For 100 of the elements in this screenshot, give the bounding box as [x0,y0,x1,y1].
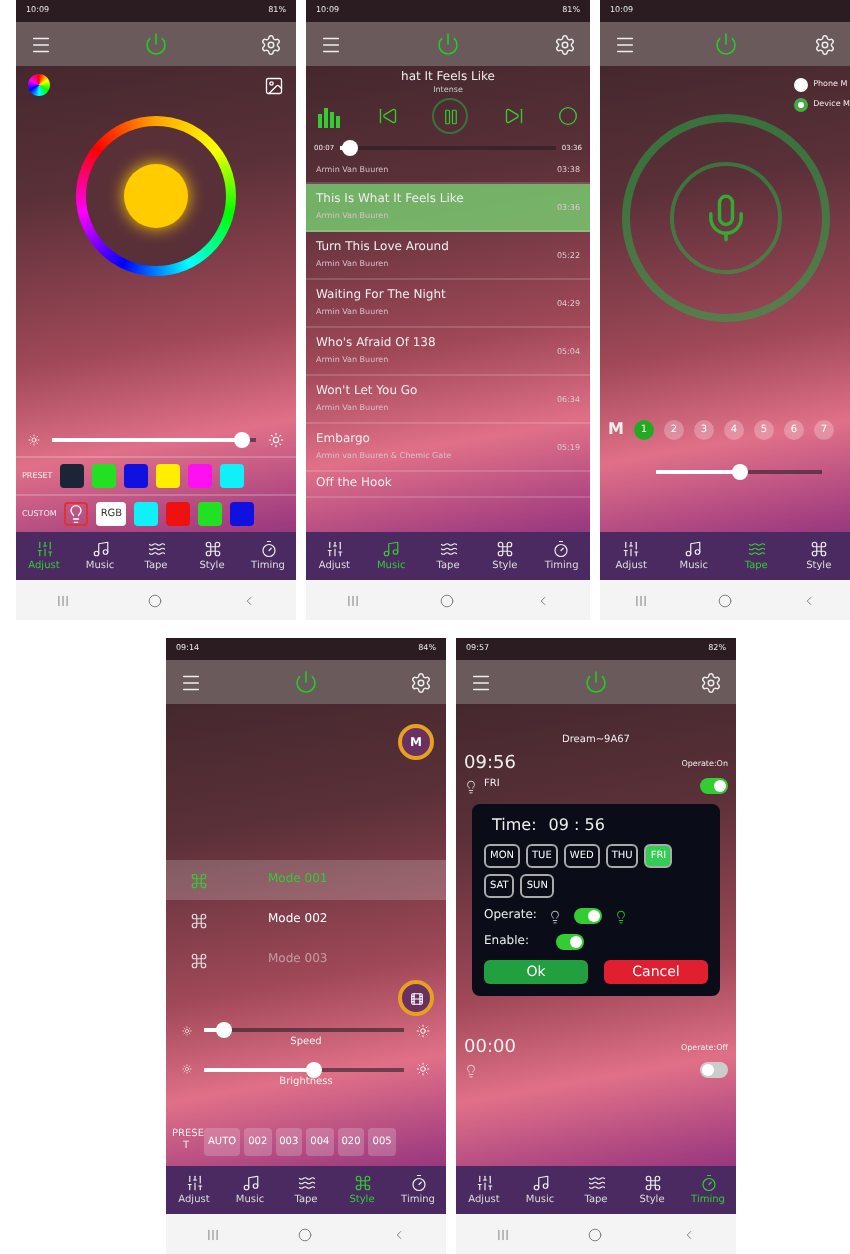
tab-icon [622,540,641,558]
back-icon [801,593,816,607]
color-swatch[interactable] [198,502,223,526]
menu-icon [614,33,636,55]
menu-icon [320,33,342,55]
recent-apps-icon [205,1227,220,1241]
home-icon [148,593,163,607]
sun-icon [28,434,40,446]
color-swatch[interactable] [156,464,181,488]
tab-icon [259,540,277,558]
color-swatch[interactable] [92,464,117,488]
tab-icon [35,540,53,558]
tab-icon [699,1174,717,1192]
slider-thumb[interactable] [306,1061,322,1078]
tab-icon [353,1174,371,1192]
tab-icon [552,540,571,558]
tab-icon [439,540,458,558]
tab-icon [531,1174,549,1192]
settings-icon [260,33,282,55]
bulb-on-icon [614,909,629,924]
slider-thumb[interactable] [216,1022,232,1038]
recent-apps-icon [634,593,649,607]
color-swatch[interactable] [230,502,255,526]
image-icon [264,75,284,95]
color-preview [124,164,188,228]
equalizer-icon [318,105,342,128]
command-icon [190,871,208,889]
next-icon [503,106,523,127]
progress-slider[interactable] [340,140,556,157]
tab-icon [809,540,828,558]
recent-apps-icon [55,593,70,607]
menu-icon [180,671,202,693]
recent-apps-icon [495,1227,510,1241]
mic-button[interactable] [669,162,781,274]
bulb-icon [464,779,478,794]
brightness-slider[interactable] [52,432,256,448]
tab-icon [325,540,344,558]
settings-icon [700,671,722,693]
color-wheel-icon[interactable] [28,74,50,96]
time-label: Time: [492,816,537,835]
settings-icon [554,33,576,55]
tab-icon [297,1174,315,1192]
operate-switch[interactable] [574,908,603,925]
tab-icon [382,540,401,558]
settings-icon [410,671,432,693]
tab-icon [747,540,766,558]
sun-icon [416,1062,430,1077]
sun-icon [268,432,284,448]
tab-icon [241,1174,259,1192]
home-icon [298,1227,313,1241]
recent-apps-icon [346,593,361,607]
color-swatch[interactable] [124,464,149,488]
timer-time: 09:56 [464,754,516,775]
settings-icon [814,33,836,55]
film-badge-icon[interactable] [398,980,434,1016]
enable-switch[interactable] [556,934,585,951]
tab-icon [409,1174,427,1192]
home-icon [440,593,455,607]
timer-switch[interactable] [700,1062,728,1078]
slider-thumb[interactable] [731,464,747,480]
tab-icon [587,1174,605,1192]
menu-icon [470,671,492,693]
command-icon [190,951,208,969]
bulb-off-icon [548,909,563,924]
power-icon [584,670,608,694]
brightness-slider[interactable] [204,1061,404,1078]
home-icon [588,1227,603,1241]
color-swatch[interactable] [166,502,191,526]
bulb-icon [464,1063,478,1077]
bulb-glyph-icon [66,504,87,524]
back-icon [535,593,550,607]
color-swatch[interactable] [60,464,85,488]
sensitivity-slider[interactable] [656,464,822,480]
color-swatch[interactable] [188,464,213,488]
tab-icon [684,540,703,558]
power-icon [713,32,737,56]
menu-icon [30,33,52,55]
tab-icon [495,540,514,558]
color-swatch[interactable] [134,502,159,526]
tab-icon [643,1174,661,1192]
command-icon [190,911,208,929]
timer-time: 00:00 [464,1037,516,1058]
power-icon [144,32,168,56]
tab-icon [91,540,109,558]
speed-slider[interactable] [204,1022,404,1038]
previous-icon [377,106,397,127]
tab-icon [203,540,221,558]
pause-button[interactable] [432,98,468,135]
back-icon [242,593,257,607]
bulb-icon[interactable] [64,502,89,526]
time-value[interactable]: 09 : 56 [548,816,605,835]
slider-thumb[interactable] [233,432,250,448]
color-swatch[interactable] [220,464,245,488]
timer-switch[interactable] [700,778,728,795]
power-icon [294,670,318,694]
tab-icon [147,540,165,558]
pause-icon [441,107,459,126]
tab-icon [475,1174,493,1192]
slider-thumb[interactable] [342,140,359,157]
back-icon [392,1227,407,1241]
